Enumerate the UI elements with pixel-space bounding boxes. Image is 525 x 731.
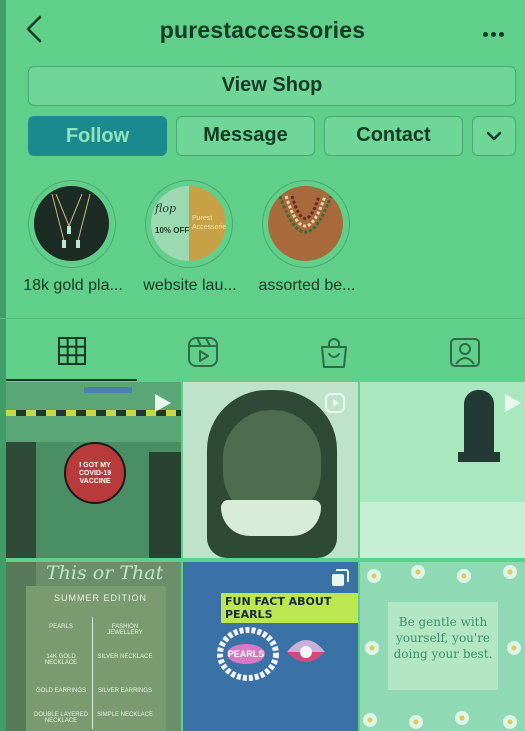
summer-edition-label: SUMMER EDITION bbox=[54, 593, 148, 603]
this-or-that-title: This or That bbox=[46, 562, 164, 584]
column-divider bbox=[92, 617, 93, 729]
post-be-gentle-quote[interactable]: Be gentle with yourself, you're doing yo… bbox=[360, 562, 525, 731]
oyster-shell-illustration bbox=[287, 640, 325, 662]
tagged-icon bbox=[449, 338, 480, 367]
highlight-ring: flop 10% OFF Purest Accessories bbox=[145, 180, 233, 268]
choice-right-1: FASHION JEWELLERY bbox=[107, 624, 143, 636]
post-this-or-that[interactable]: This or That SUMMER EDITION PEARLS 14K G… bbox=[6, 562, 181, 731]
posts-grid: I GOT MY COVID-19 VACCINE This or That S… bbox=[6, 382, 525, 731]
tab-posts-grid[interactable] bbox=[6, 319, 137, 381]
vaccine-sign-text: I GOT MY COVID-19 VACCINE bbox=[78, 462, 112, 485]
choice-left-4: DOUBLE LAYERED NECKLACE bbox=[34, 712, 88, 724]
profile-header: purestaccessories bbox=[0, 0, 525, 62]
post-necklace-stand[interactable] bbox=[360, 382, 525, 558]
tab-tagged[interactable] bbox=[399, 319, 525, 381]
choice-left-3: GOLD EARRINGS bbox=[35, 688, 86, 694]
cover-brand-line-2: Accessories bbox=[192, 224, 226, 231]
highlight-cover-necklaces bbox=[34, 186, 109, 261]
video-play-icon bbox=[155, 394, 171, 412]
quote-card: Be gentle with yourself, you're doing yo… bbox=[388, 602, 498, 690]
highlight-cover-website: flop 10% OFF Purest Accessories bbox=[151, 186, 226, 261]
contact-button[interactable]: Contact bbox=[324, 116, 463, 156]
tab-shop[interactable] bbox=[268, 319, 399, 381]
highlight-cover-beads bbox=[268, 186, 343, 261]
follow-button[interactable]: Follow bbox=[28, 116, 167, 156]
reel-icon bbox=[325, 393, 345, 413]
fun-fact-title: FUN FACT ABOUT PEARLS bbox=[221, 593, 358, 623]
highlight-label: assorted be... bbox=[258, 277, 356, 294]
chevron-down-icon bbox=[486, 131, 502, 141]
shop-bag-icon bbox=[320, 338, 347, 368]
reels-icon bbox=[187, 337, 218, 367]
highlight-label: 18k gold pla... bbox=[23, 277, 123, 294]
post-selfie-video[interactable] bbox=[183, 382, 358, 558]
grid-icon bbox=[57, 337, 86, 365]
choice-right-4: SIMPLE NECKLACE bbox=[96, 712, 154, 718]
cover-brand-line-1: Purest bbox=[192, 215, 213, 222]
post-vaccine-sign[interactable]: I GOT MY COVID-19 VACCINE bbox=[6, 382, 181, 558]
highlight-ring bbox=[262, 180, 350, 268]
video-play-icon bbox=[505, 394, 521, 412]
suggested-accounts-button[interactable] bbox=[472, 116, 516, 156]
profile-tabs bbox=[0, 318, 525, 381]
pearls-tag: PEARLS bbox=[227, 644, 265, 664]
choice-left-2: 14K GOLD NECKLACE bbox=[44, 654, 78, 666]
choice-left-1: PEARLS bbox=[49, 624, 73, 630]
tab-reels[interactable] bbox=[137, 319, 268, 381]
profile-username: purestaccessories bbox=[159, 17, 366, 43]
highlight-ring bbox=[28, 180, 116, 268]
choice-right-3: SILVER EARRINGS bbox=[98, 688, 152, 694]
post-fun-fact-pearls[interactable]: FUN FACT ABOUT PEARLS PEARLS bbox=[183, 562, 358, 731]
choice-right-2: SILVER NECKLACE bbox=[97, 654, 153, 660]
more-options-icon[interactable] bbox=[483, 24, 509, 37]
carousel-icon bbox=[332, 569, 349, 586]
message-button[interactable]: Message bbox=[176, 116, 315, 156]
highlight-label: website lau... bbox=[143, 277, 237, 294]
discount-text: 10% OFF bbox=[155, 226, 190, 235]
active-tab-indicator bbox=[6, 379, 137, 381]
view-shop-button[interactable]: View Shop bbox=[28, 66, 516, 106]
